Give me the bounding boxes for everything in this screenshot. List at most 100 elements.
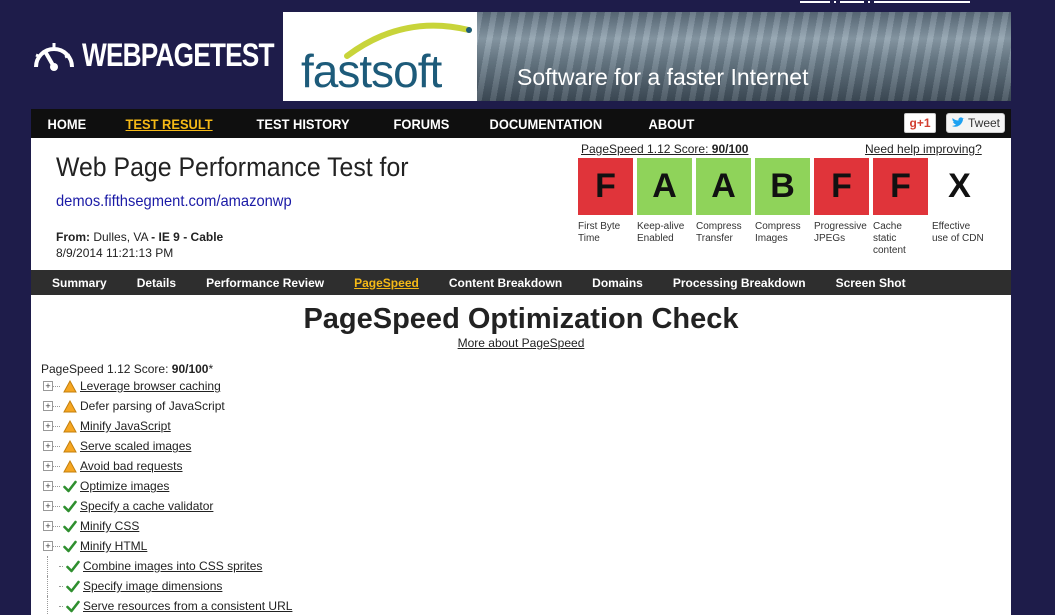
grade-compress-transfer[interactable]: A Compress Transfer [696, 158, 751, 257]
tab-performance-review[interactable]: Performance Review [191, 276, 339, 290]
rule-label[interactable]: Specify image dimensions [83, 579, 222, 593]
tree-connector [53, 545, 60, 547]
pagespeed-score-line: PageSpeed 1.12 Score: 90/100* [41, 362, 213, 376]
tab-processing-breakdown[interactable]: Processing Breakdown [658, 276, 821, 290]
utility-link[interactable] [840, 1, 864, 3]
pagespeed-rule-row: + Avoid bad requests [43, 456, 292, 476]
grade-letter: X [932, 158, 987, 215]
tree-connector [53, 525, 60, 527]
speedometer-icon [34, 43, 74, 71]
utility-divider [868, 1, 870, 3]
from-value: Dulles, VA [93, 230, 148, 244]
connection-value: Cable [190, 230, 224, 244]
grade-compress-images[interactable]: B Compress Images [755, 158, 810, 257]
need-help-link[interactable]: Need help improving? [865, 142, 982, 156]
twitter-bird-icon [952, 117, 965, 127]
expand-icon[interactable]: + [43, 501, 53, 511]
logo-text: WEBPAGETEST [82, 36, 274, 73]
grade-cdn[interactable]: X Effective use of CDN [932, 158, 987, 257]
tab-details[interactable]: Details [122, 276, 191, 290]
checkmark-icon [66, 600, 80, 613]
pagespeed-rule-row: + Serve scaled images [43, 436, 292, 456]
grade-label: Effective use of CDN [932, 221, 984, 244]
checkmark-icon [63, 520, 77, 533]
expand-icon[interactable]: + [43, 381, 53, 391]
grade-label: Compress Images [755, 221, 801, 244]
grade-progressive-jpegs[interactable]: F Progressive JPEGs [814, 158, 869, 257]
checkmark-icon [63, 480, 77, 493]
warning-icon [63, 399, 77, 413]
google-plus-button[interactable]: g+1 [904, 113, 936, 133]
test-title: Web Page Performance Test for [56, 152, 409, 182]
expand-icon[interactable]: + [43, 401, 53, 411]
expand-icon[interactable]: + [43, 421, 53, 431]
rule-label[interactable]: Serve scaled images [80, 439, 191, 453]
rule-label[interactable]: Minify CSS [80, 519, 139, 533]
expand-icon[interactable]: + [43, 541, 53, 551]
rule-label[interactable]: Leverage browser caching [80, 379, 221, 393]
tested-url-link[interactable]: demos.fifthsegment.com/amazonwp [56, 193, 292, 211]
rule-label[interactable]: Avoid bad requests [80, 459, 183, 473]
tweet-button[interactable]: Tweet [946, 113, 1005, 133]
pagespeed-rule-row: + Specify a cache validator [43, 496, 292, 516]
score-label: PageSpeed 1.12 Score [581, 142, 706, 156]
grade-label: First Byte Time [578, 221, 621, 244]
pagespeed-rule-row: + Defer parsing of JavaScript [43, 396, 292, 416]
expand-icon[interactable]: + [43, 481, 53, 491]
banner-image-area: Software for a faster Internet [477, 12, 1011, 101]
rule-label[interactable]: Serve resources from a consistent URL [83, 599, 292, 613]
rule-label[interactable]: Minify JavaScript [80, 419, 171, 433]
tab-pagespeed[interactable]: PageSpeed [339, 276, 434, 290]
tab-content-breakdown[interactable]: Content Breakdown [434, 276, 577, 290]
tab-summary[interactable]: Summary [31, 276, 122, 290]
result-tabs: Summary Details Performance Review PageS… [31, 270, 1011, 295]
grade-cache-static[interactable]: F Cache static content [873, 158, 928, 257]
social-buttons: g+1 Tweet [904, 113, 1005, 133]
tree-connector [47, 556, 57, 576]
from-label: From: [56, 230, 90, 244]
expand-icon[interactable]: + [43, 521, 53, 531]
more-about-pagespeed: More about PageSpeed [31, 336, 1011, 350]
warning-icon [63, 419, 77, 433]
pagespeed-score-link[interactable]: PageSpeed 1.12 Score: 90/100 [581, 142, 748, 156]
nav-documentation[interactable]: DOCUMENTATION [473, 116, 619, 132]
tree-connector [53, 485, 60, 487]
tab-screen-shot[interactable]: Screen Shot [821, 276, 921, 290]
more-about-pagespeed-link[interactable]: More about PageSpeed [458, 336, 585, 350]
expand-icon[interactable]: + [43, 441, 53, 451]
content-panel: Web Page Performance Test for demos.fift… [31, 138, 1011, 615]
nav-test-history[interactable]: TEST HISTORY [240, 116, 366, 132]
tab-domains[interactable]: Domains [577, 276, 658, 290]
nav-test-result[interactable]: TEST RESULT [109, 116, 229, 132]
rule-label[interactable]: Specify a cache validator [80, 499, 213, 513]
utility-link[interactable] [800, 1, 830, 3]
expand-icon[interactable]: + [43, 461, 53, 471]
checkmark-icon [63, 500, 77, 513]
nav-home[interactable]: HOME [31, 116, 103, 132]
checkmark-icon [66, 560, 80, 573]
fastsoft-banner-ad[interactable]: fastsoft Software for a faster Internet [283, 12, 1011, 101]
grade-first-byte[interactable]: F First Byte Time [578, 158, 633, 257]
grade-keep-alive[interactable]: A Keep-alive Enabled [637, 158, 692, 257]
main-nav: HOME TEST RESULT TEST HISTORY FORUMS DOC… [31, 109, 1011, 138]
nav-about[interactable]: ABOUT [632, 116, 711, 132]
score-line-value: 90/100 [171, 362, 209, 376]
rule-label[interactable]: Combine images into CSS sprites [83, 559, 262, 573]
webpagetest-logo[interactable]: WEBPAGETEST [32, 36, 316, 74]
banner-brand: fastsoft [301, 45, 442, 97]
warning-icon [63, 439, 77, 453]
nav-forums[interactable]: FORUMS [377, 116, 466, 132]
pagespeed-rule-row: + Optimize images [43, 476, 292, 496]
tree-connector [47, 596, 57, 615]
test-date: 8/9/2014 11:21:13 PM [56, 246, 174, 260]
score-line-asterisk: * [208, 362, 214, 376]
grade-label: Progressive JPEGs [814, 221, 867, 244]
tree-connector [47, 576, 57, 596]
rule-label[interactable]: Optimize images [80, 479, 169, 493]
pagespeed-rule-row: Serve resources from a consistent URL [43, 596, 292, 615]
utility-link[interactable] [874, 1, 970, 3]
pagespeed-rule-row: Combine images into CSS sprites [43, 556, 292, 576]
grade-letter: F [873, 158, 928, 215]
warning-icon [63, 459, 77, 473]
rule-label[interactable]: Minify HTML [80, 539, 147, 553]
